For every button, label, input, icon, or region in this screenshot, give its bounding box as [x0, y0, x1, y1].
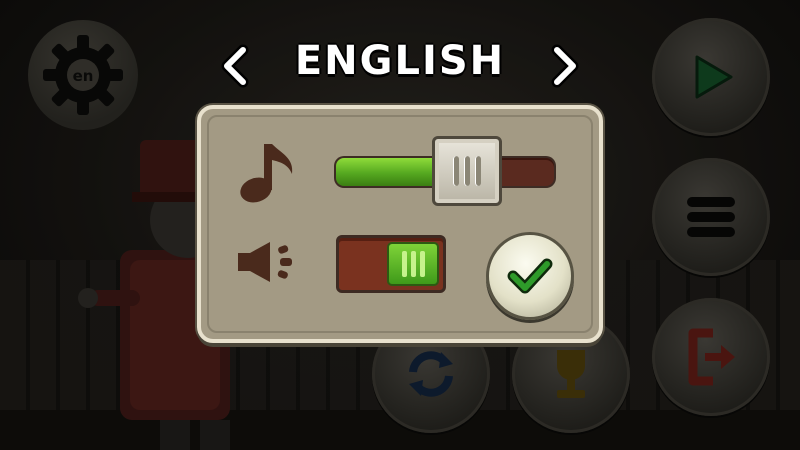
grip-line	[452, 156, 459, 186]
play-button[interactable]	[652, 18, 770, 136]
checkmark-icon	[507, 258, 553, 294]
sound-toggle[interactable]	[336, 235, 446, 293]
menu-button[interactable]	[652, 158, 770, 276]
refresh-icon	[409, 351, 453, 397]
trophy-icon	[557, 350, 585, 398]
grip-line	[419, 251, 425, 277]
exit-button[interactable]	[652, 298, 770, 416]
music-note-icon	[240, 144, 293, 203]
play-icon	[695, 55, 733, 99]
grip-line	[474, 156, 481, 186]
language-gear-button[interactable]: en	[28, 20, 138, 130]
previous-language-button[interactable]	[215, 44, 255, 88]
language-selector: ENGLISH	[215, 32, 585, 100]
grip-line	[410, 251, 416, 277]
grip-line	[463, 156, 470, 186]
chevron-left-icon	[221, 44, 249, 88]
music-volume-slider[interactable]	[336, 136, 554, 206]
menu-icon	[687, 197, 735, 237]
exit-icon	[688, 328, 735, 386]
speaker-icon	[238, 242, 292, 282]
current-language-label: ENGLISH	[294, 38, 506, 84]
grip-line	[401, 251, 407, 277]
chevron-right-icon	[551, 44, 579, 88]
music-slider-handle[interactable]	[431, 136, 502, 206]
language-badge-text: en	[73, 67, 94, 85]
confirm-button[interactable]	[486, 232, 574, 320]
sound-toggle-knob[interactable]	[387, 242, 439, 286]
gear-icon: en	[43, 35, 123, 115]
next-language-button[interactable]	[545, 44, 585, 88]
